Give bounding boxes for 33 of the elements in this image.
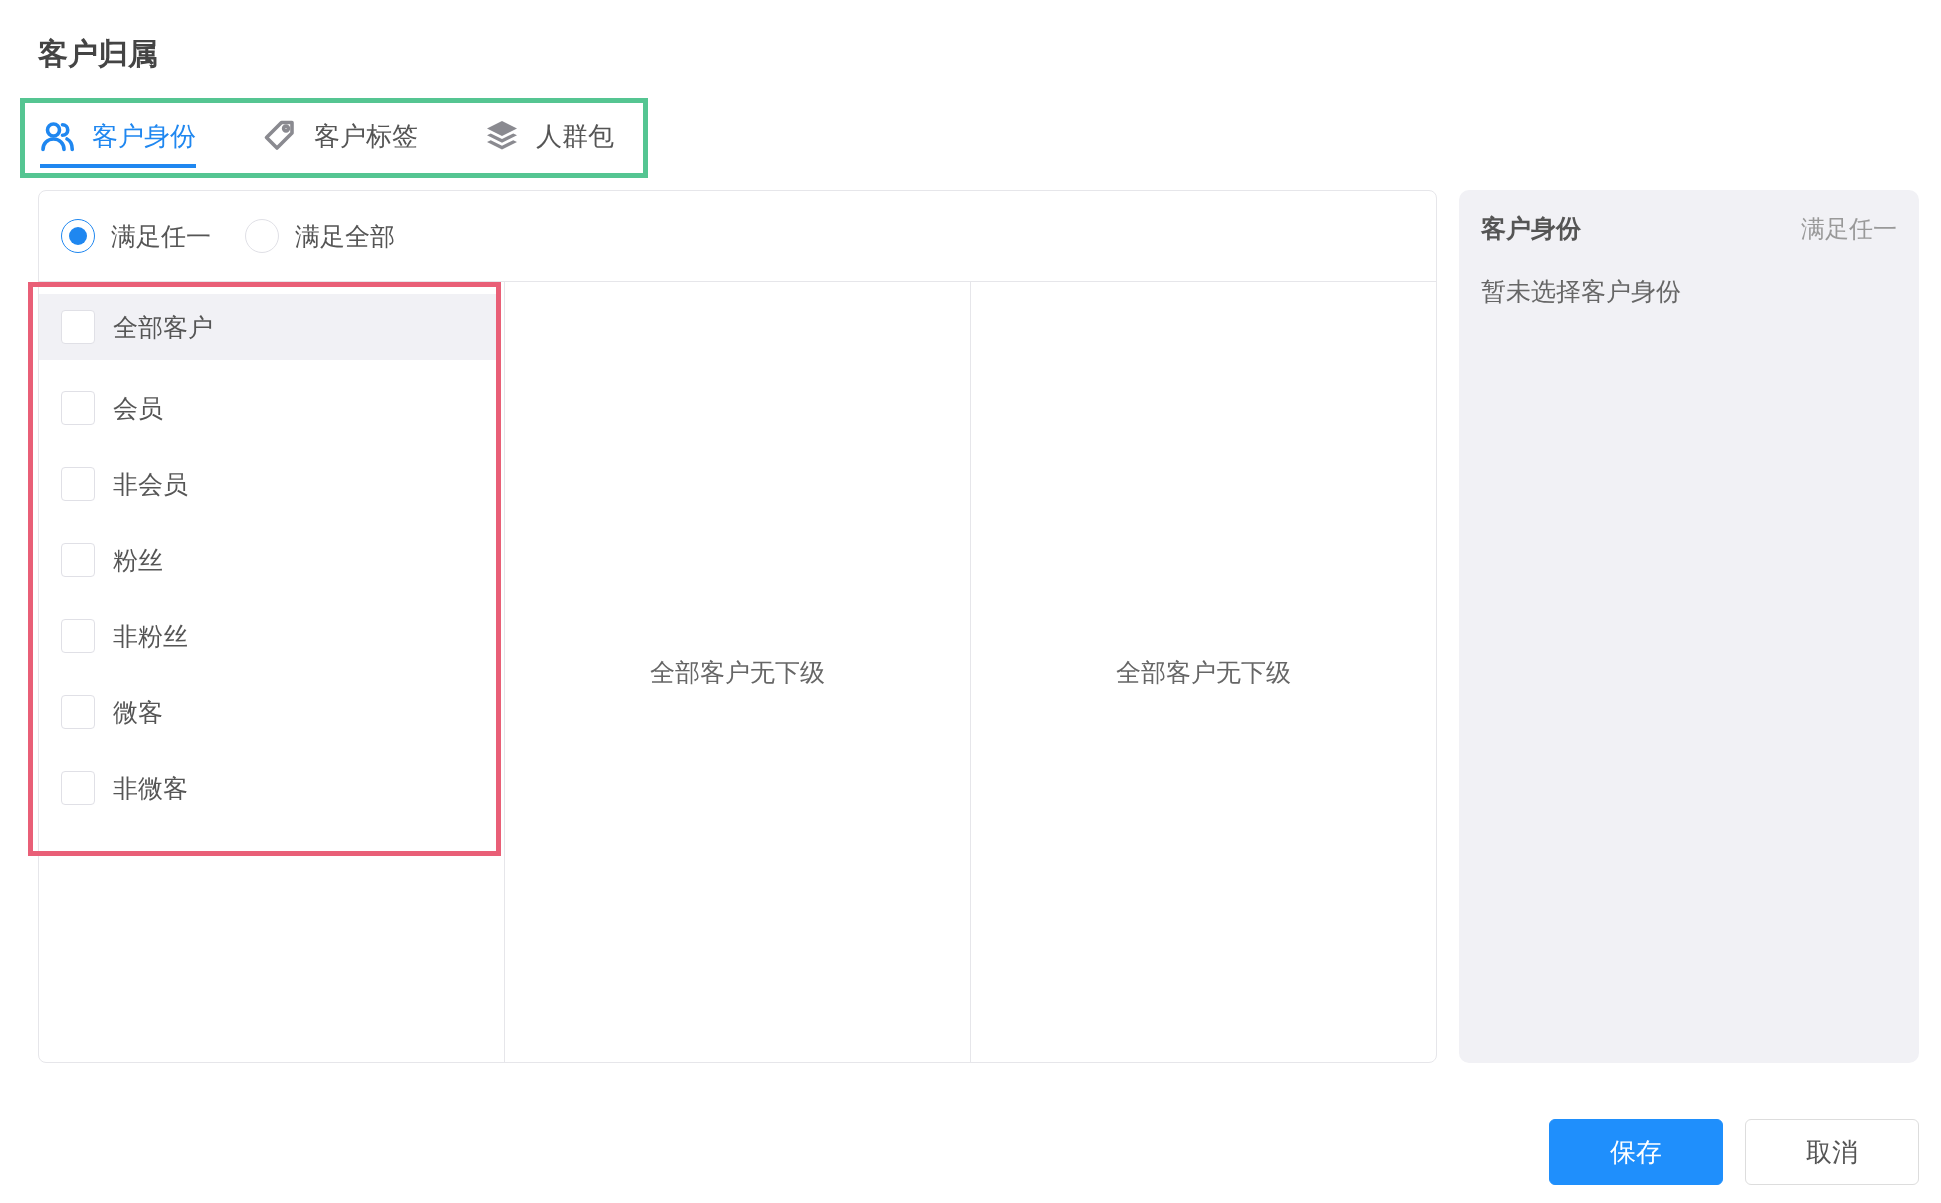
cancel-button[interactable]: 取消 (1745, 1119, 1919, 1185)
summary-title: 客户身份 (1481, 213, 1581, 245)
item-label: 会员 (113, 392, 163, 425)
radio-option[interactable]: 满足全部 (245, 219, 395, 253)
checkbox[interactable] (61, 391, 95, 425)
radio-option[interactable]: 满足任一 (61, 219, 211, 253)
empty-message: 全部客户无下级 (650, 656, 825, 689)
checkbox[interactable] (61, 771, 95, 805)
list-item[interactable]: 会员 (39, 370, 496, 446)
item-label: 微客 (113, 696, 163, 729)
checkbox[interactable] (61, 310, 95, 344)
checkbox[interactable] (61, 543, 95, 577)
summary-mode: 满足任一 (1801, 213, 1897, 245)
empty-message: 暂未选择客户身份 (1481, 276, 1682, 308)
list-item[interactable]: 粉丝 (39, 522, 496, 598)
item-label: 粉丝 (113, 544, 163, 577)
list-item[interactable]: 非会员 (39, 446, 496, 522)
checkbox[interactable] (61, 467, 95, 501)
list-item[interactable]: 非粉丝 (39, 598, 496, 674)
item-label: 非粉丝 (113, 620, 188, 653)
list-item[interactable]: 微客 (39, 674, 496, 750)
checkbox[interactable] (61, 619, 95, 653)
dialog-title: 客户归属 (38, 35, 159, 73)
list-item[interactable]: 全部客户 (39, 294, 496, 360)
list-item[interactable]: 非微客 (39, 750, 496, 826)
empty-message: 全部客户无下级 (1116, 656, 1291, 689)
tab[interactable]: 人群包 (484, 112, 614, 168)
item-label: 全部客户 (113, 311, 213, 344)
item-label: 非微客 (113, 772, 188, 805)
item-label: 非会员 (113, 468, 188, 501)
checkbox[interactable] (61, 695, 95, 729)
tab[interactable]: 客户身份 (40, 112, 196, 168)
tab[interactable]: 客户标签 (262, 112, 418, 168)
